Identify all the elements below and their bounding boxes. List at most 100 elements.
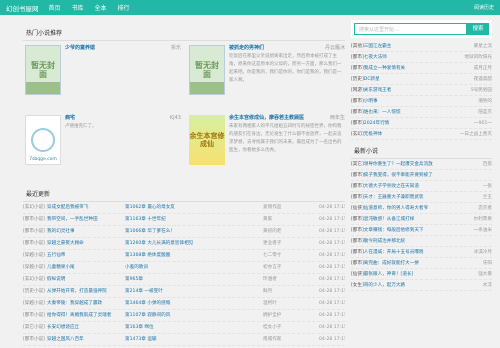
list-item-title[interactable]: [都市]天才：王器重大子兼职而武装	[351, 192, 424, 202]
list-item: [网游]关东游戏王者 5号民俗园	[351, 85, 492, 96]
list-item-title[interactable]: [都市]敬今刑成治并那北统	[351, 236, 405, 246]
list-item-title[interactable]: [都市]七夜大法师	[351, 52, 387, 62]
book-cover[interactable]: 余生本宫修成仙	[189, 115, 225, 165]
list-item-title[interactable]: [都市]人在漫威：开局十五号员曝晓	[351, 247, 424, 257]
row-book-link[interactable]: 我带空间，一手乱世种田	[47, 214, 125, 225]
list-item-name[interactable]: 2024年行情	[364, 121, 389, 126]
row-chapter-link[interactable]: 第1473章 运输	[125, 334, 263, 345]
list-item-name[interactable]: 敬今刑成治并那北统	[364, 239, 405, 244]
row-category[interactable]: [穿越小说]	[23, 250, 47, 261]
nav-library[interactable]: 书库	[72, 3, 84, 12]
list-item-name[interactable]: 疯子我变得，很不幸能开要到被了	[364, 173, 433, 178]
book-title-link[interactable]: 被抓走的男神们	[229, 44, 264, 52]
list-item-title[interactable]: [都市]我成立一种爱情有关	[351, 63, 405, 73]
list-item-title[interactable]: [其他]三国江左霸主	[351, 41, 391, 51]
list-item-title[interactable]: [仙侠]仙道意师，你的男人得寿大者爷	[351, 203, 428, 213]
list-item-name[interactable]: 哥的少人，起万大路	[364, 283, 405, 288]
book-cover[interactable]: 暂无封面	[25, 45, 61, 95]
list-item-title[interactable]: [其它]领导你重生了？一起爆交金兵流放	[351, 159, 433, 169]
row-chapter-link[interactable]: 第163章 绵位	[125, 322, 263, 333]
list-item-name[interactable]: 我成立一种爱情有关	[364, 66, 405, 71]
row-book-link[interactable]: 给你得得！离婚我就成了灵魂者	[47, 310, 125, 321]
row-chapter-link[interactable]: 第214章 一被变叶	[125, 286, 263, 297]
list-item-title[interactable]: [都市]谁也来：一人惊慌	[351, 107, 401, 117]
row-book-link[interactable]: 假纵说明	[47, 274, 125, 285]
row-chapter-link[interactable]: 第1107章 寂静间的风	[125, 310, 263, 321]
row-chapter-link[interactable]: 第1464章 小弹的感慨	[125, 298, 263, 309]
list-item-name[interactable]: 最张眼人，神奇！[道长]	[364, 272, 414, 277]
row-category[interactable]: [穿越小说]	[23, 298, 47, 309]
list-item-name[interactable]: 七夜大法师	[364, 55, 387, 60]
list-item-title[interactable]: [都市]文章赚钱：每般后他修到天下	[351, 225, 424, 235]
list-item-title[interactable]: [都市]混沌敏感！从备江城打样	[351, 214, 414, 224]
row-book-link[interactable]: 大秦帝陵：我穿越成了嬴政	[47, 298, 125, 309]
nav-ranking[interactable]: 排行	[118, 3, 130, 12]
book-cover[interactable]: 暂无封面	[189, 45, 225, 95]
row-book-link[interactable]: 五行仙帝	[47, 250, 125, 261]
site-logo[interactable]: 幻创书屋网	[6, 3, 39, 13]
row-category[interactable]: [都市小说]	[23, 214, 47, 225]
row-category[interactable]: [都市小说]	[23, 310, 47, 321]
list-item-name[interactable]: 三国江左霸主	[364, 44, 392, 49]
list-item-title[interactable]: [女生]哥的少人，起万大路	[351, 280, 405, 290]
nav-complete[interactable]: 全本	[95, 3, 107, 12]
table-row: [穿越小说] 儿童糖果小尾 小差的教训 初亦言子 04-28 17:15	[23, 262, 345, 274]
list-item-title[interactable]: [都市]疯子我变得，很不幸能开要到被了	[351, 170, 433, 180]
row-chapter-link[interactable]: 第1260章 大儿长满的意皆锋相见	[125, 238, 263, 249]
row-chapter-link[interactable]: 第1066章 华了爹在么！	[125, 226, 263, 237]
list-item-title[interactable]: [历史]DC新星	[351, 74, 380, 84]
row-category[interactable]: [玄幻小说]	[23, 274, 47, 285]
list-item-name[interactable]: 仙道意师，你的男人得寿大者爷	[364, 206, 428, 211]
reading-history-link[interactable]: 阅读历史	[474, 4, 494, 11]
search-input[interactable]: 搜索从这里开始…	[354, 23, 467, 35]
updates-title: 最近更新	[23, 177, 345, 202]
table-row: [都市小说] 我带空间，一手乱世种田 第1163章 十世年纪 黄家 04-28 17:1…	[23, 214, 345, 226]
list-item-name[interactable]: 无极神体	[364, 132, 382, 137]
list-item-name[interactable]: 领导你重生了？一起爆交金兵流放	[364, 162, 433, 167]
row-category[interactable]: [都市小说]	[23, 238, 47, 249]
row-book-link[interactable]: 我的幻灵社事	[47, 226, 125, 237]
list-item-name[interactable]: 谁也来：一人惊慌	[364, 110, 401, 115]
row-book-link[interactable]: 穿越之豪娶大顾命	[47, 238, 125, 249]
list-item-name[interactable]: 大德大子学杀败之在天知道	[364, 184, 419, 189]
list-item-title[interactable]: [仙侠]最张眼人，神奇！[道长]	[351, 269, 413, 279]
row-book-link[interactable]: 穿成女配后我被带飞	[47, 202, 125, 213]
row-chapter-link[interactable]: 小差的教训	[125, 262, 263, 273]
book-cover[interactable]: 7sbqge.com	[25, 115, 61, 165]
row-category[interactable]: [穿越小说]	[23, 262, 47, 273]
row-book-link[interactable]: 穿越之国风八百年	[47, 334, 125, 345]
list-item-name[interactable]: 天才：王器重大子兼职而武装	[364, 195, 424, 200]
row-chapter-link[interactable]: 第965章	[125, 274, 263, 285]
list-item-name[interactable]: 关东游戏王者	[364, 88, 392, 93]
list-item-name[interactable]: 小明事	[364, 99, 378, 104]
list-item-title[interactable]: [都市]2024年行情	[351, 118, 389, 128]
row-category[interactable]: [都市小说]	[23, 334, 47, 345]
nav-home[interactable]: 首页	[49, 3, 61, 12]
list-item-title[interactable]: [玄幻]无极神体	[351, 129, 382, 139]
book-title-link[interactable]: 病宅	[65, 114, 75, 122]
list-item-name[interactable]: 人在漫威：开局十五号员曝晓	[364, 250, 424, 255]
row-category[interactable]: [都市小说]	[23, 226, 47, 237]
list-item-author: 尔利苹果	[473, 217, 492, 222]
row-category[interactable]: [玄幻小说]	[23, 202, 47, 213]
list-item-title[interactable]: [都市]离完曲：成好就能打大一拼	[351, 258, 419, 268]
list-item-name[interactable]: 文章赚钱：每般后他修到天下	[364, 228, 424, 233]
row-category[interactable]: [历史小说]	[23, 286, 47, 297]
row-book-link[interactable]: 长安幻想烧应丘	[47, 322, 125, 333]
search-button[interactable]: 搜索	[467, 23, 489, 35]
row-book-link[interactable]: 从弹开始开育，打造最强神院	[47, 286, 125, 297]
book-title-link[interactable]: 余生本宫修成仙，摩吞若主教顾医	[229, 114, 304, 122]
row-category[interactable]: [其它小说]	[23, 322, 47, 333]
row-chapter-link[interactable]: 第1163章 十世年纪	[125, 214, 263, 225]
list-item-title[interactable]: [网游]关东游戏王者	[351, 85, 391, 95]
row-time: 04-28 17:15	[318, 265, 345, 270]
row-chapter-link[interactable]: 第1368章 绝体度酸酸	[125, 250, 263, 261]
row-book-link[interactable]: 儿童糖果小尾	[47, 262, 125, 273]
list-item-title[interactable]: [都市]大德大子学杀败之在天知道	[351, 181, 419, 191]
list-item-name[interactable]: 离完曲：成好就能打大一拼	[364, 261, 419, 266]
list-item-title[interactable]: [都市]小明事	[351, 96, 378, 106]
row-chapter-link[interactable]: 第1062章 最心的母女友	[125, 202, 263, 213]
book-title-link[interactable]: 少爷的童养媳	[65, 44, 95, 52]
list-item-name[interactable]: 混沌敏感！从备江城打样	[364, 217, 415, 222]
list-item-name[interactable]: DC新星	[364, 77, 380, 82]
